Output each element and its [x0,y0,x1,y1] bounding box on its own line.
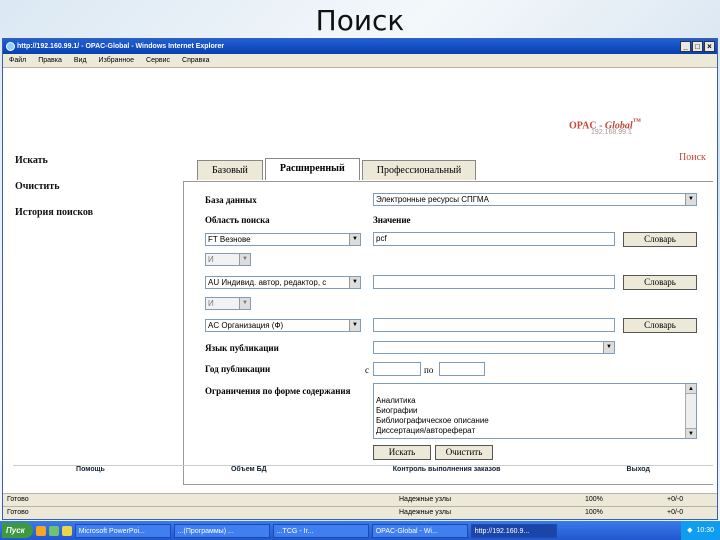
db-select[interactable]: Электронные ресурсы СПГМА ▼ [373,193,697,206]
footer-order-control[interactable]: Контроль выполнения заказов [393,466,501,477]
window-title: http://192.160.99.1/ - OPAC-Global - Win… [17,43,225,50]
logo-ip: 192.168.99.1 [591,129,632,136]
nav-history[interactable]: История поисков [15,207,93,218]
area-label: Область поиска [205,215,270,225]
ie-icon [6,42,15,51]
year-from-label: с [365,365,369,375]
search-panel [183,181,713,485]
quicklaunch-icon[interactable] [61,525,72,536]
year-to-label: по [424,365,434,375]
chevron-up-icon[interactable]: ▲ [686,384,696,394]
footer-db-size[interactable]: Объем БД [231,466,267,477]
search-link[interactable]: Поиск [679,152,706,163]
chevron-down-icon: ▼ [239,254,250,265]
operator-select-2[interactable]: И ▼ [205,297,251,310]
chevron-down-icon: ▼ [349,277,360,288]
minimize-button[interactable]: _ [680,41,691,52]
left-nav: Искать Очистить История поисков [15,155,93,233]
maximize-button[interactable]: □ [692,41,703,52]
zone-indicator: Надежные узлы [399,496,452,503]
quicklaunch-icon[interactable] [48,525,59,536]
nav-clear[interactable]: Очистить [15,181,93,192]
status-bar-2: Готово Надежные узлы 100% +0/-0 [3,506,717,519]
task-tcg[interactable]: ...TCG - Ir... [272,523,369,538]
zoom-level[interactable]: 100% [585,494,603,506]
year-label: Год публикации [205,364,271,374]
clock: 10:30 [696,527,714,534]
menu-edit[interactable]: Правка [38,57,62,64]
chevron-down-icon[interactable]: ▼ [686,428,696,438]
value-input-2[interactable] [373,275,615,289]
value-input-3[interactable] [373,318,615,332]
db-label: База данных [205,195,257,205]
chevron-down-icon: ▼ [685,194,696,205]
menu-tools[interactable]: Сервис [146,57,170,64]
start-button[interactable]: Пуск [2,523,33,538]
task-programs[interactable]: ...(Программы) ... [173,523,270,538]
tray-icon[interactable]: ◆ [687,521,692,540]
restriction-list[interactable]: Аналитика Биографии Библиографическое оп… [373,383,697,439]
list-item[interactable]: Диссертация/автореферат [376,426,696,436]
version-indicator: +0/-0 [667,496,684,503]
footer-nav: Помощь Объем БД Контроль выполнения зака… [13,465,713,477]
menu-view[interactable]: Вид [74,57,87,64]
close-button[interactable]: × [704,41,715,52]
slide-title: Поиск [315,4,405,37]
zone-indicator: Надежные узлы [399,509,452,516]
value-label: Значение [373,215,411,225]
task-powerpoint[interactable]: Microsoft PowerPoi... [74,523,171,538]
tab-professional[interactable]: Профессиональный [361,160,477,180]
list-item[interactable]: Аналитика [376,396,696,406]
year-to-input[interactable] [439,362,485,376]
clear-button[interactable]: Очистить [435,445,493,460]
window-titlebar[interactable]: http://192.160.99.1/ - OPAC-Global - Win… [3,39,717,54]
language-label: Язык публикации [205,343,279,353]
list-scrollbar[interactable]: ▲ ▼ [685,384,696,438]
system-tray: ◆ 10:30 [681,521,720,540]
tab-advanced[interactable]: Расширенный [264,158,360,180]
page-content: OPAC - Global™ 192.168.99.1 Искать Очист… [3,69,717,485]
dictionary-button-2[interactable]: Словарь [623,275,697,290]
dictionary-button-1[interactable]: Словарь [623,232,697,247]
version-indicator: +0/-0 [667,509,684,516]
footer-exit[interactable]: Выход [627,466,650,477]
field-select-3[interactable]: AC Организация (Ф) ▼ [205,319,361,332]
search-button[interactable]: Искать [373,445,431,460]
year-from-input[interactable] [373,362,421,376]
field-select-2[interactable]: AU Индивид. автор, редактор, с ▼ [205,276,361,289]
quicklaunch-icon[interactable] [35,525,46,536]
footer-help[interactable]: Помощь [76,466,105,477]
list-item[interactable]: Биографии [376,406,696,416]
taskbar: Пуск Microsoft PowerPoi... ...(Программы… [0,521,720,540]
menu-file[interactable]: Файл [9,57,26,64]
language-select[interactable]: ▼ [373,341,615,354]
chevron-down-icon: ▼ [349,320,360,331]
list-item[interactable]: Библиографическое описание [376,416,696,426]
field-select-1[interactable]: FT Везнове ▼ [205,233,361,246]
nav-search[interactable]: Искать [15,155,93,166]
chevron-down-icon: ▼ [349,234,360,245]
menu-help[interactable]: Справка [182,57,209,64]
search-tabs: Базовый Расширенный Профессиональный [197,158,478,180]
task-browser[interactable]: http://192.160.9... [470,523,557,538]
operator-select-1[interactable]: И ▼ [205,253,251,266]
zoom-level[interactable]: 100% [585,507,603,519]
value-input-1[interactable]: pcf [373,232,615,246]
menu-favorites[interactable]: Избранное [99,57,134,64]
browser-window: http://192.160.99.1/ - OPAC-Global - Win… [2,38,718,520]
task-opac[interactable]: OPAC-Global - Wi... [371,523,468,538]
tab-basic[interactable]: Базовый [197,160,263,180]
restriction-label: Ограничения по форме содержания [205,386,351,396]
dictionary-button-3[interactable]: Словарь [623,318,697,333]
chevron-down-icon: ▼ [239,298,250,309]
status-bar-1: Готово Надежные узлы 100% +0/-0 [3,493,717,506]
menu-bar: Файл Правка Вид Избранное Сервис Справка [3,54,717,68]
chevron-down-icon: ▼ [603,342,614,353]
